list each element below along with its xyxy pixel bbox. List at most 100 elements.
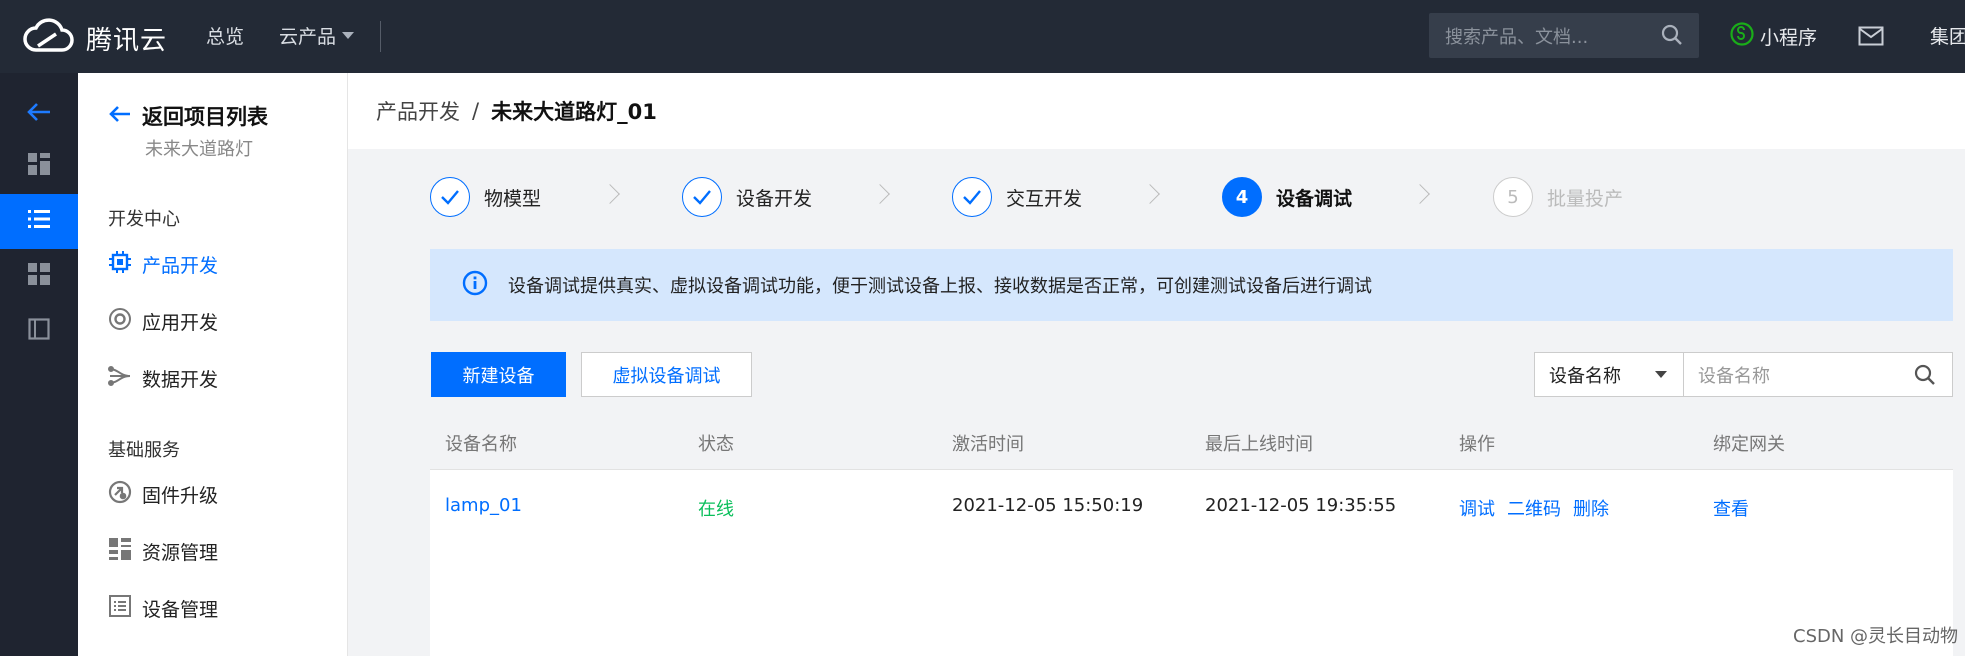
device-name-link[interactable]: lamp_01 — [445, 495, 522, 516]
divider — [380, 21, 381, 52]
search-icon[interactable] — [1914, 364, 1936, 391]
status-badge: 在线 — [698, 499, 734, 520]
firmware-icon — [108, 480, 132, 509]
step-thing-model[interactable]: 物模型 — [430, 177, 541, 217]
check-icon — [952, 177, 992, 217]
step-label: 交互开发 — [1006, 187, 1083, 210]
watermark: CSDN @灵长目动物 — [1793, 626, 1959, 647]
caret-down-icon — [342, 32, 355, 39]
back-to-projects[interactable]: 返回项目列表 — [108, 101, 268, 131]
nav-cloud-products-label: 云产品 — [279, 26, 337, 48]
last-online-time: 2021-12-05 19:35:55 — [1205, 495, 1397, 516]
step-interaction-dev[interactable]: 交互开发 — [952, 177, 1082, 217]
sidebar-item-app-dev[interactable]: 应用开发 — [108, 306, 218, 336]
debug-link[interactable]: 调试 — [1459, 495, 1495, 521]
list-icon — [28, 209, 50, 234]
mini-program-link[interactable]: 小程序 — [1730, 22, 1817, 51]
back-label: 返回项目列表 — [142, 105, 268, 129]
section-dev-center: 开发中心 — [108, 209, 180, 230]
sidebar-item-data-dev[interactable]: 数据开发 — [108, 363, 218, 393]
qrcode-link[interactable]: 二维码 — [1507, 495, 1561, 521]
group-menu[interactable]: 集团 — [1930, 22, 1965, 49]
brand-name: 腾讯云 — [86, 26, 168, 56]
step-label: 设备调试 — [1276, 187, 1353, 210]
data-flow-icon — [108, 364, 132, 393]
rail-dashboard[interactable] — [0, 139, 78, 194]
delete-link[interactable]: 删除 — [1573, 495, 1609, 521]
view-gateway-link[interactable]: 查看 — [1713, 495, 1749, 521]
chevron-right-icon — [1140, 184, 1160, 204]
breadcrumb-separator: / — [472, 99, 480, 123]
chevron-right-icon — [870, 184, 890, 204]
page-title: 未来大道路灯_01 — [491, 100, 657, 124]
th-operations: 操作 — [1459, 434, 1495, 455]
chevron-right-icon — [1410, 184, 1430, 204]
rail-list[interactable] — [0, 194, 78, 249]
back-arrow-button[interactable] — [0, 87, 78, 142]
resource-icon — [108, 537, 132, 566]
book-icon — [28, 318, 50, 345]
step-label: 物模型 — [484, 187, 542, 210]
step-mass-production[interactable]: 5 批量投产 — [1493, 177, 1623, 217]
step-device-dev[interactable]: 设备开发 — [682, 177, 812, 217]
table-header: 设备名称 状态 激活时间 最后上线时间 操作 绑定网关 — [430, 412, 1953, 470]
global-search-input[interactable]: 搜索产品、文档... — [1429, 13, 1699, 58]
step-number: 5 — [1493, 177, 1533, 217]
search-placeholder: 搜索产品、文档... — [1445, 26, 1589, 48]
caret-down-icon — [1655, 371, 1667, 378]
sidebar-item-product-dev[interactable]: 产品开发 — [108, 249, 218, 279]
search-icon[interactable] — [1661, 24, 1683, 51]
th-activated: 激活时间 — [952, 434, 1024, 455]
sidebar-item-devices[interactable]: 设备管理 — [108, 593, 218, 623]
th-last-online: 最后上线时间 — [1205, 434, 1313, 455]
sidebar-item-label: 固件升级 — [142, 484, 219, 507]
sidebar-item-firmware[interactable]: 固件升级 — [108, 479, 218, 509]
sidebar-item-label: 资源管理 — [142, 541, 219, 564]
cloud-logo-icon — [22, 16, 76, 61]
virtual-debug-button[interactable]: 虚拟设备调试 — [581, 352, 752, 397]
arrow-left-icon — [26, 101, 52, 128]
grid-icon — [28, 153, 50, 180]
sidebar-item-label: 应用开发 — [142, 311, 219, 334]
device-search-input[interactable]: 设备名称 — [1684, 352, 1953, 397]
chip-icon — [108, 250, 132, 279]
th-status: 状态 — [698, 434, 734, 455]
icon-rail — [0, 73, 78, 656]
step-label: 设备开发 — [736, 187, 813, 210]
mini-program-icon — [1730, 22, 1754, 51]
chevron-right-icon — [600, 184, 620, 204]
section-base-services: 基础服务 — [108, 440, 180, 461]
alert-text: 设备调试提供真实、虚拟设备调试功能，便于测试设备上报、接收数据是否正常，可创建测… — [508, 276, 1372, 297]
info-alert: 设备调试提供真实、虚拟设备调试功能，便于测试设备上报、接收数据是否正常，可创建测… — [430, 249, 1953, 321]
mail-icon[interactable] — [1858, 26, 1884, 51]
device-table: 设备名称 状态 激活时间 最后上线时间 操作 绑定网关 lamp_01 在线 2… — [430, 412, 1953, 656]
apps-icon — [28, 263, 50, 290]
breadcrumb-parent[interactable]: 产品开发 — [376, 96, 460, 126]
arrow-left-icon — [108, 104, 132, 129]
rail-docs[interactable] — [0, 304, 78, 359]
nav-overview[interactable]: 总览 — [206, 22, 244, 49]
rail-apps[interactable] — [0, 249, 78, 304]
activated-time: 2021-12-05 15:50:19 — [952, 495, 1144, 516]
th-gateway: 绑定网关 — [1713, 434, 1785, 455]
project-name: 未来大道路灯 — [145, 139, 253, 160]
app-icon — [108, 307, 132, 336]
th-device-name: 设备名称 — [445, 434, 517, 455]
check-icon — [682, 177, 722, 217]
mini-program-label: 小程序 — [1760, 27, 1818, 49]
sidebar-item-label: 设备管理 — [142, 598, 219, 621]
new-device-button[interactable]: 新建设备 — [431, 352, 566, 397]
device-list-icon — [108, 594, 132, 623]
check-icon — [430, 177, 470, 217]
sidebar-item-label: 数据开发 — [142, 368, 219, 391]
breadcrumb: 产品开发 / 未来大道路灯_01 — [348, 73, 1965, 149]
sidebar-item-resources[interactable]: 资源管理 — [108, 536, 218, 566]
top-bar: 腾讯云 总览 云产品 搜索产品、文档... 小程序 集团 — [0, 0, 1965, 73]
filter-field-select[interactable]: 设备名称 — [1534, 352, 1684, 397]
device-search-placeholder: 设备名称 — [1698, 365, 1770, 387]
step-device-debug[interactable]: 4 设备调试 — [1222, 177, 1352, 217]
brand-logo[interactable]: 腾讯云 — [22, 16, 167, 61]
nav-cloud-products[interactable]: 云产品 — [279, 22, 355, 49]
row-operations: 调试 二维码 删除 — [1459, 495, 1609, 521]
info-icon — [462, 270, 488, 301]
